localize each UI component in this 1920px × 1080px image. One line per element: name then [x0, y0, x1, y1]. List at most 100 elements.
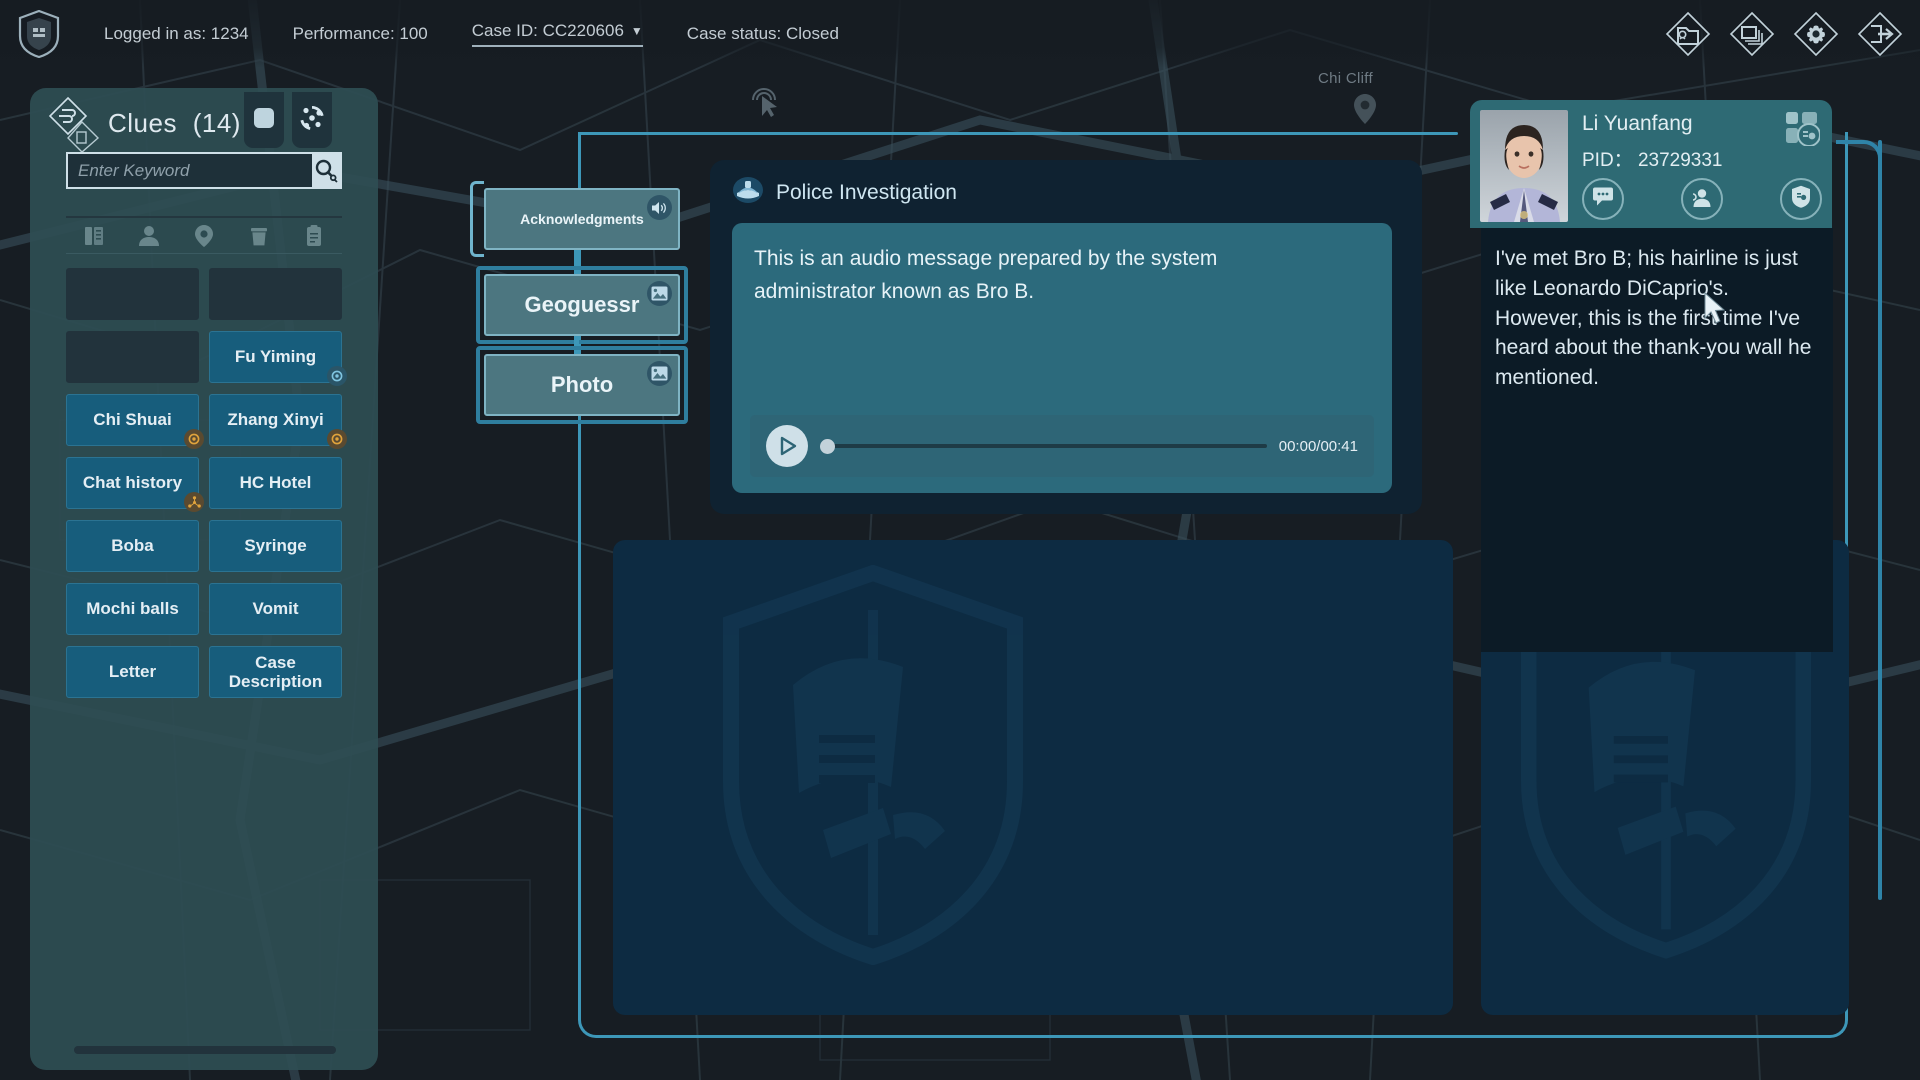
clue-item[interactable]: Case Description: [209, 646, 342, 698]
clue-item-label: Zhang Xinyi: [227, 410, 324, 430]
police-panel-title: Police Investigation: [776, 180, 957, 204]
case-status: Case status: Closed: [686, 24, 839, 43]
board-view-button[interactable]: [244, 92, 284, 148]
chat-action-button[interactable]: [1582, 178, 1624, 220]
clue-item-empty: [66, 268, 199, 320]
clue-item[interactable]: Letter: [66, 646, 199, 698]
clue-item-label: Mochi balls: [86, 599, 179, 619]
seek-knob[interactable]: [820, 439, 835, 454]
police-cap-icon: [732, 176, 764, 209]
clipboard-icon[interactable]: [301, 223, 327, 249]
speaker-icon: [647, 195, 672, 220]
archive-folder-icon[interactable]: [1662, 8, 1714, 60]
timeline-card-label: Photo: [550, 372, 614, 397]
evidence-bag-icon[interactable]: [246, 223, 272, 249]
person-circle-icon: [1691, 186, 1713, 213]
clue-item[interactable]: Syringe: [209, 520, 342, 572]
clues-emblem-icon: [48, 96, 106, 154]
notebook-icon[interactable]: [81, 223, 107, 249]
clue-item-label: Boba: [111, 536, 154, 556]
rounded-square-icon: [252, 106, 276, 135]
clues-title-label: Clues: [108, 108, 177, 138]
police-message-text: This is an audio message prepared by the…: [754, 247, 1218, 303]
clue-item[interactable]: Fu Yiming: [209, 331, 347, 386]
person-icon[interactable]: [136, 223, 162, 249]
relation-graph-button[interactable]: [292, 92, 332, 148]
node-network-icon: [298, 104, 326, 137]
clue-filter-row: [66, 216, 342, 254]
clue-grid: Fu Yiming Chi Shuai Zhang Xinyi Chat histor…: [66, 268, 347, 698]
clue-item[interactable]: Chat history: [66, 457, 204, 512]
windows-cards-icon[interactable]: [1726, 8, 1778, 60]
clue-item[interactable]: Mochi balls: [66, 583, 199, 635]
clues-horizontal-scrollbar[interactable]: [74, 1046, 336, 1054]
clue-item-label: Case Description: [228, 652, 323, 691]
police-panel-header: Police Investigation: [732, 176, 1400, 209]
clue-link-badge-icon: [184, 492, 204, 512]
top-bar-actions: [1662, 8, 1906, 60]
clue-search-row: [66, 152, 342, 189]
clue-item[interactable]: HC Hotel: [209, 457, 342, 509]
case-file-badge-icon[interactable]: [1784, 110, 1821, 147]
audio-timestamp: 00:00/00:41: [1278, 437, 1358, 455]
right-accent-rail-cap: [1836, 140, 1882, 186]
logged-in-status: Logged in as: 1234: [104, 24, 249, 43]
clue-item[interactable]: Boba: [66, 520, 199, 572]
clue-item-label: Syringe: [244, 536, 307, 556]
profile-action-button[interactable]: [1681, 178, 1723, 220]
clue-item[interactable]: Zhang Xinyi: [209, 394, 347, 449]
gear-icon[interactable]: [1790, 8, 1842, 60]
map-pin-icon: [1354, 94, 1376, 129]
clue-status-badge-icon: [327, 429, 347, 449]
timeline-card-bracket: [470, 181, 484, 257]
clues-count: (14): [192, 108, 241, 138]
image-icon: [647, 281, 672, 306]
performance-status: Performance: 100: [292, 24, 428, 43]
search-icon[interactable]: [312, 154, 340, 187]
character-dialogue-text: I've met Bro B; his hairline is just lik…: [1495, 247, 1812, 390]
chevron-down-icon: ▼: [630, 24, 643, 38]
exit-door-icon[interactable]: [1854, 8, 1906, 60]
clue-item-label: HC Hotel: [239, 473, 312, 493]
timeline-connector: [574, 336, 579, 354]
avatar: [1480, 110, 1568, 222]
character-dialogue-box: I've met Bro B; his hairline is just lik…: [1481, 228, 1833, 652]
clue-status-badge-icon: [327, 366, 347, 386]
search-input[interactable]: [68, 154, 312, 187]
clue-item-label: Chat history: [82, 473, 183, 493]
timeline-card[interactable]: Acknowledgments: [484, 188, 680, 250]
character-pid: PID： 23729331: [1582, 150, 1723, 171]
case-id-selector[interactable]: Case ID: CC220606 ▼: [471, 21, 643, 47]
clue-item[interactable]: Chi Shuai: [66, 394, 204, 449]
clues-panel-title: Clues (14): [108, 108, 241, 139]
seek-track: [832, 444, 1267, 448]
police-message-body: This is an audio message prepared by the…: [732, 223, 1392, 493]
timeline-card-list: Acknowledgments Geoguessr Photo: [470, 181, 688, 434]
timeline-connector: [574, 250, 579, 274]
timeline-card[interactable]: Geoguessr: [484, 274, 680, 336]
audio-player: 00:00/00:41: [750, 415, 1374, 477]
click-target-icon: [748, 84, 782, 127]
clue-item-empty: [209, 268, 342, 320]
clue-item-empty: [66, 331, 199, 383]
shield-logo-icon: [18, 9, 60, 59]
timeline-card[interactable]: Photo: [484, 354, 680, 416]
character-card: Li Yuanfang PID： 23729331: [1470, 100, 1832, 228]
clue-status-badge-icon: [184, 429, 204, 449]
location-pin-icon[interactable]: [191, 223, 217, 249]
timeline-card-wrapper: Photo: [476, 346, 688, 424]
evidence-viewer-center[interactable]: [613, 540, 1453, 1015]
character-name: Li Yuanfang: [1582, 112, 1693, 135]
timeline-card-label: Geoguessr: [524, 292, 640, 317]
timeline-card-wrapper: Acknowledgments: [470, 181, 684, 274]
chat-bubble-icon: [1592, 187, 1614, 212]
character-action-row: [1582, 178, 1822, 220]
audio-seek-bar[interactable]: [820, 425, 1267, 467]
credentials-action-button[interactable]: [1780, 178, 1822, 220]
clue-item[interactable]: Vomit: [209, 583, 342, 635]
clues-panel: Clues (14) Enter Keyword Fu Yiming Chi S…: [30, 88, 378, 1070]
play-icon[interactable]: [766, 425, 808, 467]
map-label-chi-cliff: Chi Cliff: [1318, 70, 1373, 87]
right-accent-rail: [1878, 140, 1882, 900]
shield-watermark: [723, 564, 1023, 970]
